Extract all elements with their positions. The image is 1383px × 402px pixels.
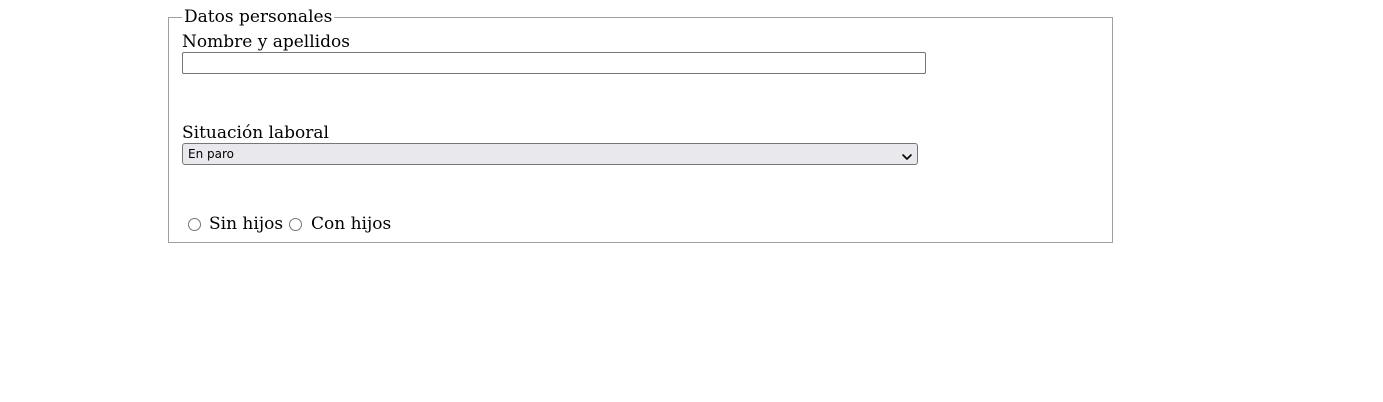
work-status-label: Situación laboral xyxy=(182,123,329,143)
radio-sin-hijos[interactable] xyxy=(188,218,201,231)
radio-con-hijos[interactable] xyxy=(289,218,302,231)
name-label: Nombre y apellidos xyxy=(182,32,350,52)
name-input[interactable] xyxy=(182,52,926,74)
radio-con-hijos-label[interactable]: Con hijos xyxy=(311,213,391,235)
work-status-selected-value: En paro xyxy=(188,147,234,161)
chevron-down-icon xyxy=(901,148,913,160)
fieldset-legend: Datos personales xyxy=(182,6,335,28)
work-status-select[interactable]: En paro xyxy=(182,143,918,165)
radio-sin-hijos-label[interactable]: Sin hijos xyxy=(209,213,283,235)
